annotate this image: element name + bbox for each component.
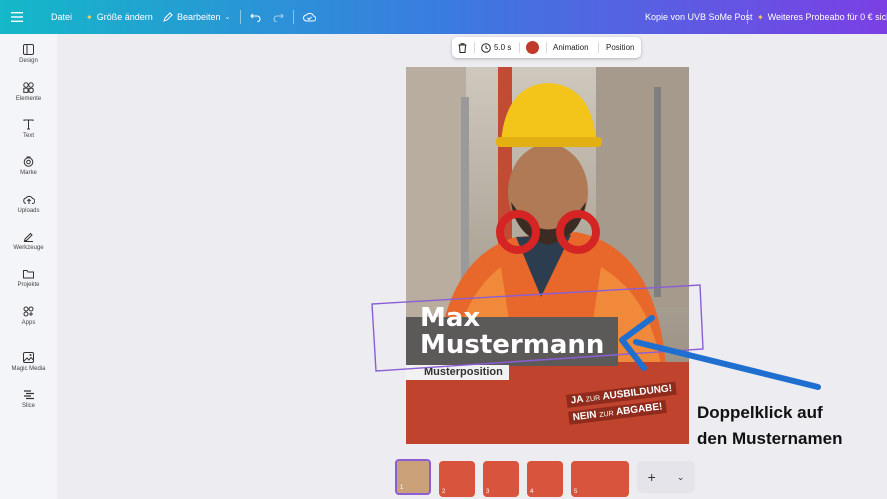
save-status-button[interactable] (303, 0, 316, 34)
poster-name-first: Max (420, 303, 481, 333)
poster-name[interactable]: Max Mustermann (420, 305, 604, 359)
chevron-down-icon: ⌄ (224, 14, 231, 21)
brand-icon (23, 156, 34, 167)
magic-media-icon (23, 352, 34, 363)
poster-page[interactable]: Max Mustermann Musterposition JA ZUR AUS… (406, 67, 689, 444)
sidebar-item-magic-media[interactable]: Magic Media (0, 352, 57, 372)
divider (240, 10, 241, 24)
poster-name-last: Mustermann (420, 330, 605, 360)
sidebar-item-brand[interactable]: Marke (0, 156, 57, 176)
position-button[interactable]: Position (606, 37, 634, 58)
file-menu-label: Datei (51, 12, 73, 22)
page-thumbnail[interactable]: 1 (395, 459, 431, 495)
sidebar-item-label: Elemente (15, 96, 42, 102)
sidebar-item-label: Text (22, 133, 34, 139)
resize-label: Größe ändern (96, 12, 153, 22)
sidebar-item-apps[interactable]: Apps (0, 306, 57, 326)
sidebar-item-text[interactable]: Text (0, 119, 57, 139)
poster-position[interactable]: Musterposition (406, 365, 509, 380)
apps-icon (23, 306, 34, 317)
sidebar-item-slice[interactable]: Slice (0, 389, 57, 409)
sidebar-item-label: Werkzeuge (13, 245, 44, 251)
poster-position-text: Musterposition (424, 366, 503, 378)
annotation-text: Doppelklick auf den Musternamen (697, 400, 842, 452)
sidebar-item-tools[interactable]: Werkzeuge (0, 231, 57, 251)
color-picker-button[interactable] (526, 37, 539, 58)
chevron-down-icon[interactable]: ⌄ (677, 472, 685, 483)
undo-button[interactable] (250, 0, 261, 34)
layout-icon (23, 44, 34, 55)
trash-icon (458, 42, 467, 53)
page-number: 1 (400, 485, 404, 491)
page-thumbnail[interactable]: 2 (439, 461, 475, 497)
context-toolbar: 5.0 s Animation Position (452, 37, 641, 58)
sidebar-item-label: Magic Media (11, 366, 46, 372)
document-title[interactable]: Kopie von UVB SoMe Post (645, 0, 753, 34)
duration-value: 5.0 s (494, 43, 512, 52)
resize-button[interactable]: ✦ Größe ändern (86, 0, 153, 34)
clock-icon (481, 42, 491, 53)
delete-button[interactable] (458, 37, 467, 58)
sidebar-item-uploads[interactable]: Uploads (0, 194, 57, 214)
folder-icon (23, 270, 34, 279)
add-page-label: + (647, 469, 656, 485)
annotation-line-2: den Musternamen (697, 429, 843, 448)
sidebar-item-design[interactable]: Design (0, 44, 57, 64)
slice-icon (23, 390, 34, 400)
hamburger-icon (11, 12, 23, 22)
redo-button[interactable] (273, 0, 284, 34)
duration-button[interactable]: 5.0 s (481, 37, 511, 58)
sidebar: Design Elemente Text Marke Uploads Werkz… (0, 34, 57, 499)
page-number: 2 (442, 489, 446, 495)
page-thumbnail[interactable]: 3 (483, 461, 519, 497)
sidebar-item-elements[interactable]: Elemente (0, 82, 57, 102)
sidebar-item-label: Marke (20, 170, 37, 176)
trial-offer-label: Weiteres Probeabo für 0 € sichern (767, 12, 887, 22)
slogan-ja: JA (570, 393, 584, 407)
add-page-button[interactable]: + ⌄ (637, 461, 695, 493)
sidebar-item-label: Design (19, 58, 38, 64)
divider (747, 10, 748, 24)
slogan-zur-1: ZUR (585, 394, 601, 404)
animation-button[interactable]: Animation (553, 37, 589, 58)
pen-tool-icon (23, 232, 33, 242)
sidebar-item-label: Slice (21, 403, 35, 409)
cloud-upload-icon (22, 195, 35, 204)
divider (293, 10, 294, 24)
annotation-line-1: Doppelklick auf (697, 403, 823, 422)
divider (474, 42, 475, 53)
top-bar: Datei ✦ Größe ändern Bearbeiten ⌄ Kopie … (0, 0, 887, 34)
divider (598, 42, 599, 53)
animation-label: Animation (553, 43, 589, 52)
edit-label: Bearbeiten (177, 12, 221, 22)
pencil-icon (163, 12, 173, 22)
color-swatch (526, 41, 539, 54)
position-label: Position (606, 43, 635, 52)
edit-menu[interactable]: Bearbeiten ⌄ (163, 0, 230, 34)
slogan-zur-2: ZUR (599, 410, 615, 420)
trial-offer-button[interactable]: ✦ Weiteres Probeabo für 0 € sichern (757, 0, 887, 34)
sidebar-item-label: Apps (21, 320, 36, 326)
shapes-icon (23, 82, 34, 93)
sidebar-item-label: Uploads (17, 208, 40, 214)
page-number: 4 (530, 489, 534, 495)
text-icon (23, 119, 34, 130)
page-number: 3 (486, 489, 490, 495)
file-menu[interactable]: Datei (51, 0, 72, 34)
divider (519, 42, 520, 53)
redo-icon (273, 13, 284, 22)
page-number: 5 (574, 489, 578, 495)
sidebar-item-label: Projekte (17, 282, 40, 288)
slogan-nein: NEIN (572, 409, 598, 424)
crown-icon: ✦ (757, 12, 764, 22)
document-title-text: Kopie von UVB SoMe Post (645, 12, 753, 22)
cloud-check-icon (303, 12, 316, 22)
undo-icon (250, 13, 261, 22)
page-thumbnail[interactable]: 5 (571, 461, 629, 497)
sidebar-item-projects[interactable]: Projekte (0, 269, 57, 288)
menu-button[interactable] (11, 0, 23, 34)
crown-icon: ✦ (86, 12, 93, 22)
divider (546, 42, 547, 53)
page-thumbnail[interactable]: 4 (527, 461, 563, 497)
